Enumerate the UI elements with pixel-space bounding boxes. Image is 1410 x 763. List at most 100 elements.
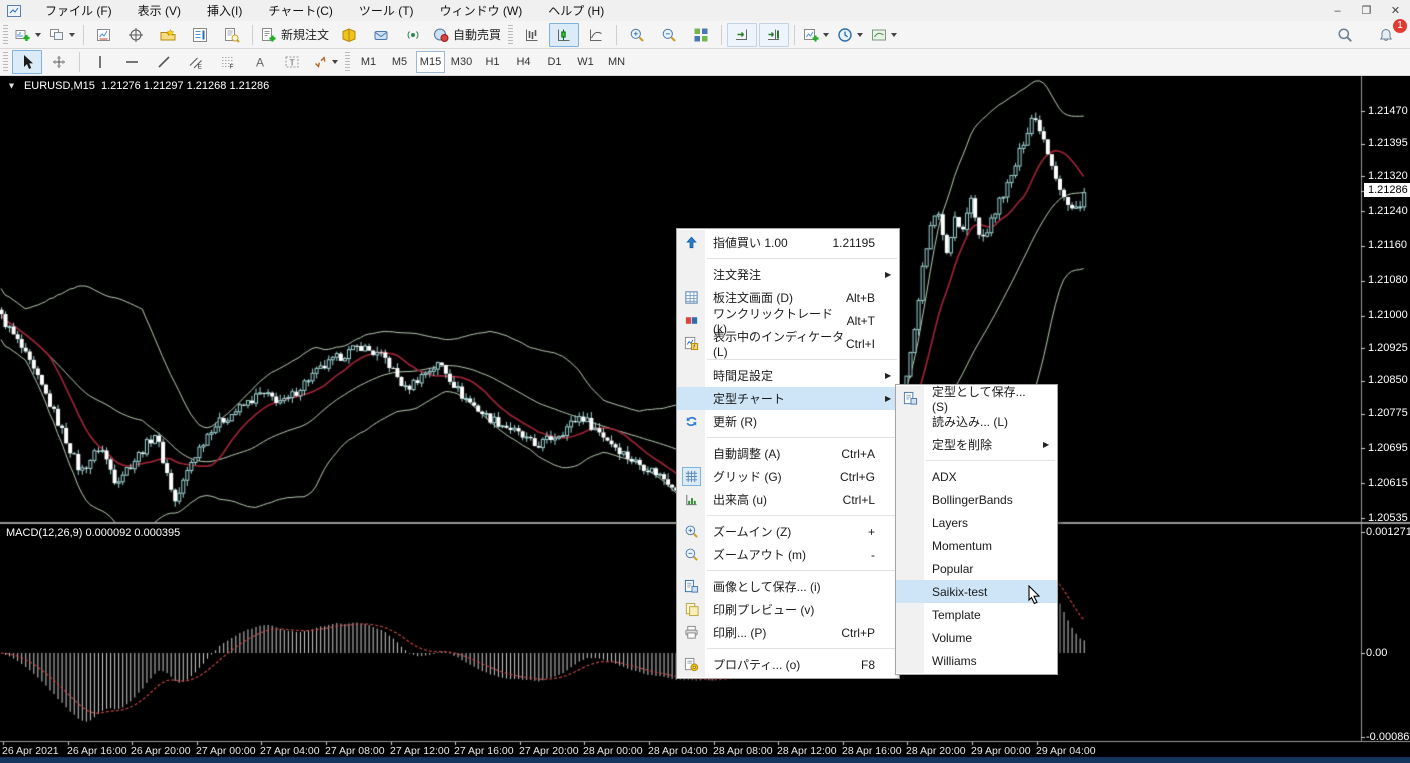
- menu-item[interactable]: 印刷プレビュー (v): [677, 598, 899, 621]
- timeframe-mn[interactable]: MN: [602, 51, 631, 73]
- menu-item-label: 指値買い 1.00: [705, 234, 833, 251]
- toolbar-grip[interactable]: [345, 52, 350, 72]
- menu-item[interactable]: 自動調整 (A)Ctrl+A: [677, 442, 899, 465]
- menu-tools[interactable]: ツール (T): [346, 0, 427, 21]
- search-button[interactable]: [1330, 23, 1360, 47]
- toolbar-grip[interactable]: [3, 25, 8, 45]
- menu-item[interactable]: 定型として保存... (S): [896, 387, 1057, 410]
- text-button[interactable]: A: [245, 50, 275, 74]
- menu-insert[interactable]: 挿入(I): [194, 0, 255, 21]
- favorites-button[interactable]: [153, 23, 183, 47]
- menu-file[interactable]: ファイル (F): [32, 0, 125, 21]
- menu-item[interactable]: ズームアウト (m)-: [677, 543, 899, 566]
- menu-item[interactable]: Template: [896, 603, 1057, 626]
- trendline-button[interactable]: [149, 50, 179, 74]
- candle-chart-button[interactable]: [549, 23, 579, 47]
- dropdown-caret-icon[interactable]: [69, 33, 75, 37]
- timeframe-h1[interactable]: H1: [478, 51, 507, 73]
- menu-item[interactable]: Williams: [896, 649, 1057, 672]
- menu-item[interactable]: Layers: [896, 511, 1057, 534]
- menu-item[interactable]: プロパティ... (o)F8: [677, 653, 899, 676]
- close-button[interactable]: ✕: [1381, 0, 1410, 21]
- menu-item[interactable]: 定型チャート▶: [677, 387, 899, 410]
- templates-button[interactable]: [868, 23, 900, 47]
- bar-chart-button[interactable]: [517, 23, 547, 47]
- news-button[interactable]: [334, 23, 364, 47]
- arrows-button[interactable]: [309, 50, 341, 74]
- cursor-button[interactable]: [12, 50, 42, 74]
- chart-shift-button[interactable]: [759, 23, 789, 47]
- menu-item[interactable]: 出来高 (u)Ctrl+L: [677, 488, 899, 511]
- menu-item-shortcut: -: [871, 548, 875, 562]
- timeframe-w1[interactable]: W1: [571, 51, 600, 73]
- tile-windows-button[interactable]: [686, 23, 716, 47]
- menu-item[interactable]: BollingerBands: [896, 488, 1057, 511]
- menu-item[interactable]: f表示中のインディケータ (L)Ctrl+I: [677, 332, 899, 355]
- timeframe-d1[interactable]: D1: [540, 51, 569, 73]
- mailbox-button[interactable]: [366, 23, 396, 47]
- restore-button[interactable]: ❐: [1352, 0, 1381, 21]
- new-order-button[interactable]: 新規注文: [258, 23, 332, 47]
- timeframe-m1[interactable]: M1: [354, 51, 383, 73]
- menu-window[interactable]: ウィンドウ (W): [427, 0, 536, 21]
- auto-scroll-button[interactable]: [727, 23, 757, 47]
- menu-view[interactable]: 表示 (V): [125, 0, 194, 21]
- menu-item[interactable]: 画像として保存... (i): [677, 575, 899, 598]
- new-chart-button[interactable]: [12, 23, 44, 47]
- dropdown-caret-icon[interactable]: [332, 60, 338, 64]
- equidistant-channel-button[interactable]: E: [181, 50, 211, 74]
- menu-item[interactable]: ADX: [896, 465, 1057, 488]
- periods-button[interactable]: [834, 23, 866, 47]
- menu-item[interactable]: 読み込み... (L): [896, 410, 1057, 433]
- text-label-button[interactable]: T: [277, 50, 307, 74]
- toolbar-grip[interactable]: [3, 52, 8, 72]
- timeframe-m30[interactable]: M30: [447, 51, 476, 73]
- menu-item[interactable]: ズームイン (Z)+: [677, 520, 899, 543]
- menu-item-label: ズームイン (Z): [705, 523, 868, 540]
- menu-item[interactable]: Volume: [896, 626, 1057, 649]
- dropdown-caret-icon[interactable]: [891, 33, 897, 37]
- timeframe-m5[interactable]: M5: [385, 51, 414, 73]
- menu-help[interactable]: ヘルプ (H): [535, 0, 617, 21]
- dropdown-caret-icon[interactable]: [823, 33, 829, 37]
- horizontal-line-button[interactable]: [117, 50, 147, 74]
- fibonacci-button[interactable]: F: [213, 50, 243, 74]
- minimize-button[interactable]: –: [1323, 0, 1352, 21]
- price-scale-label: 1.20850: [1368, 374, 1408, 386]
- price-scale-label: 1.20615: [1368, 477, 1408, 489]
- zoom-out-button[interactable]: [654, 23, 684, 47]
- menu-item[interactable]: Popular: [896, 557, 1057, 580]
- crosshair-tool-button[interactable]: [44, 50, 74, 74]
- dropdown-caret-icon[interactable]: [35, 33, 41, 37]
- menu-item[interactable]: 注文発注▶: [677, 263, 899, 286]
- profiles-button[interactable]: [46, 23, 78, 47]
- vertical-line-button[interactable]: [85, 50, 115, 74]
- menu-item[interactable]: 定型を削除▶: [896, 433, 1057, 456]
- menu-chart[interactable]: チャート(C): [255, 0, 346, 21]
- notifications-button[interactable]: 1: [1371, 23, 1401, 47]
- zoom-in-button[interactable]: [622, 23, 652, 47]
- chart-collapse-icon[interactable]: ▼: [7, 81, 16, 91]
- indicators-button[interactable]: [800, 23, 832, 47]
- toolbar-grip[interactable]: [508, 25, 513, 45]
- menu-item[interactable]: 時間足設定▶: [677, 364, 899, 387]
- menu-item[interactable]: 指値買い 1.001.21195: [677, 231, 899, 254]
- market-watch-button[interactable]: [185, 23, 215, 47]
- chart-title: ▼ EURUSD,M15 1.21276 1.21297 1.21268 1.2…: [6, 80, 269, 92]
- menu-item[interactable]: Momentum: [896, 534, 1057, 557]
- menu-item[interactable]: 印刷... (P)Ctrl+P: [677, 621, 899, 644]
- crosshair-button[interactable]: [121, 23, 151, 47]
- tick-chart-button[interactable]: [89, 23, 119, 47]
- auto-trading-button[interactable]: 自動売買: [430, 23, 504, 47]
- dropdown-caret-icon[interactable]: [857, 33, 863, 37]
- time-axis-label: 28 Apr 08:00: [713, 745, 773, 757]
- menu-item[interactable]: 更新 (R): [677, 410, 899, 433]
- timeframe-m15[interactable]: M15: [416, 51, 445, 73]
- signals-button[interactable]: [398, 23, 428, 47]
- time-axis-label: 28 Apr 12:00: [777, 745, 837, 757]
- line-chart-button[interactable]: [581, 23, 611, 47]
- timeframe-h4[interactable]: H4: [509, 51, 538, 73]
- data-window-button[interactable]: [217, 23, 247, 47]
- menu-item[interactable]: グリッド (G)Ctrl+G: [677, 465, 899, 488]
- data-window-icon: [224, 27, 240, 43]
